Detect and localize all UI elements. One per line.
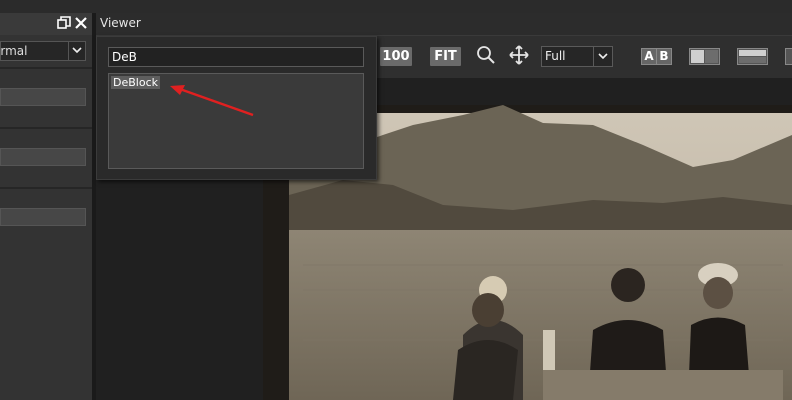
split-vertical-icon[interactable] (689, 48, 720, 65)
parameter-field[interactable] (0, 208, 86, 226)
parameter-field[interactable] (0, 148, 86, 166)
ab-b-label: B (656, 49, 671, 64)
ab-a-label: A (644, 49, 654, 63)
zoom-100-button[interactable]: 100 (380, 47, 412, 66)
parameter-field[interactable] (0, 88, 86, 106)
layout-button[interactable] (785, 48, 792, 65)
view-mode-value: Full (545, 49, 566, 63)
close-icon[interactable] (73, 16, 89, 32)
blend-mode-value: ormal (0, 44, 28, 58)
top-strip (0, 0, 792, 14)
panel-separator (0, 67, 92, 69)
fit-button[interactable]: FIT (430, 47, 461, 66)
chevron-down-icon (68, 42, 85, 60)
chevron-down-icon (593, 47, 612, 66)
ab-compare-button[interactable]: A B (641, 48, 672, 65)
zoom-icon[interactable] (475, 45, 497, 67)
search-result-item[interactable]: DeBlock (111, 76, 160, 89)
left-panel-header (0, 13, 92, 35)
left-panel: ormal (0, 13, 92, 400)
annotation-arrow (170, 85, 254, 117)
restore-icon[interactable] (56, 16, 72, 32)
pan-move-icon[interactable] (508, 45, 530, 67)
viewer-title-bar: Viewer (96, 13, 792, 36)
view-mode-select[interactable]: Full (541, 46, 613, 67)
split-horizontal-icon[interactable] (737, 48, 768, 65)
blend-mode-select[interactable]: ormal (0, 41, 86, 61)
node-search-input[interactable] (108, 47, 364, 67)
viewer-title: Viewer (100, 16, 141, 30)
panel-separator (0, 127, 92, 129)
panel-separator (0, 187, 92, 189)
